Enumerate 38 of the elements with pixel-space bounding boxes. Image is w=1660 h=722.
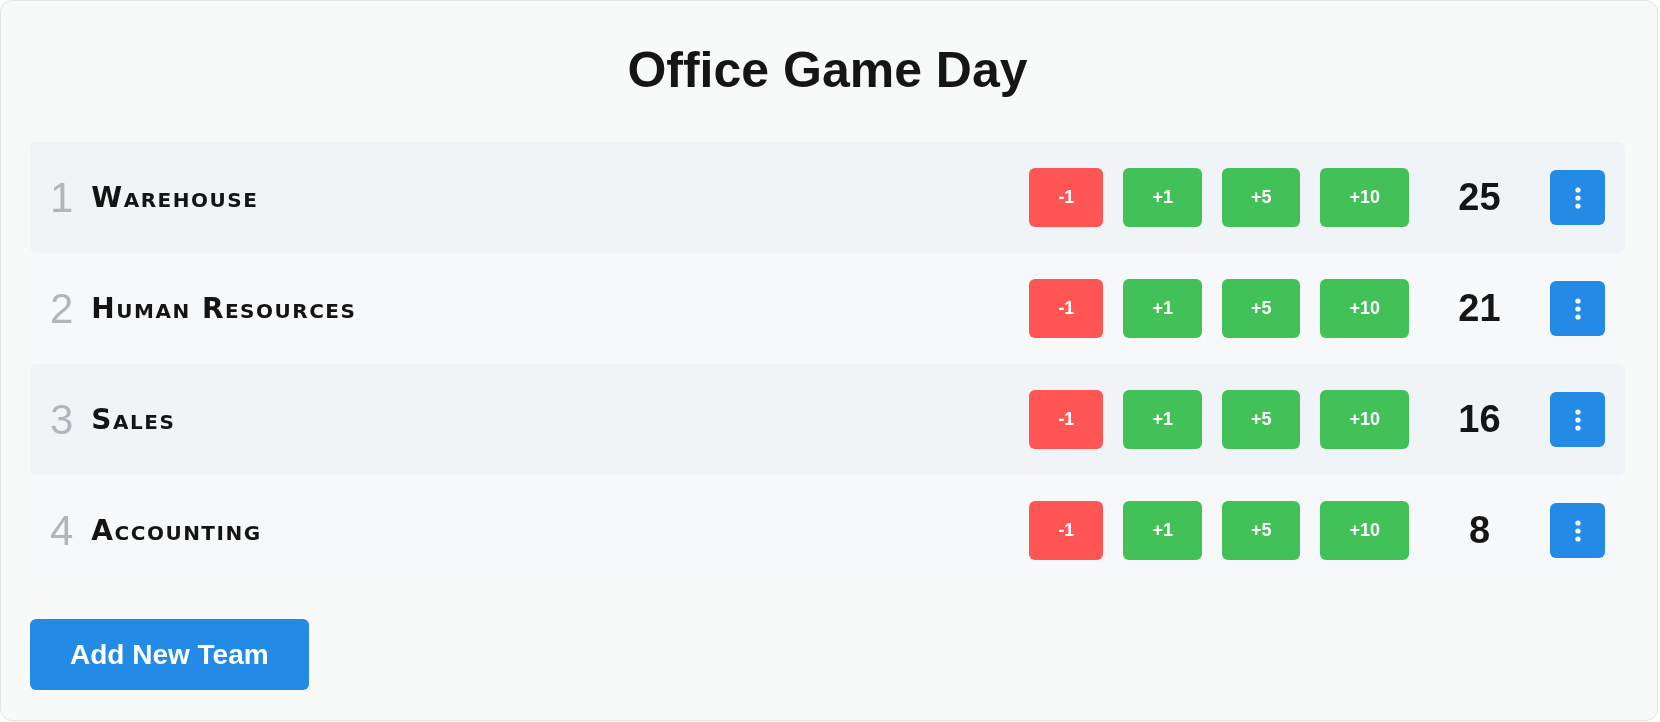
more-vertical-icon	[1574, 408, 1581, 431]
add-team-button[interactable]: Add New Team	[30, 619, 309, 690]
team-rank: 2	[50, 287, 74, 330]
team-name: Warehouse	[91, 181, 260, 214]
subtract-points-button[interactable]: -1	[1029, 168, 1104, 227]
team-rank: 4	[50, 509, 74, 552]
add-points-button[interactable]: +5	[1221, 390, 1301, 449]
subtract-points-button[interactable]: -1	[1029, 501, 1104, 560]
add-points-button[interactable]: +1	[1123, 168, 1202, 227]
more-vertical-icon	[1574, 519, 1581, 542]
add-points-button[interactable]: +5	[1221, 168, 1301, 227]
subtract-points-button[interactable]: -1	[1029, 279, 1104, 338]
team-rank: 3	[50, 398, 74, 441]
team-name: Accounting	[91, 514, 263, 547]
team-menu-button[interactable]	[1550, 170, 1605, 225]
team-score: 16	[1457, 398, 1502, 441]
team-menu-button[interactable]	[1550, 281, 1605, 336]
team-menu-button[interactable]	[1550, 392, 1605, 447]
add-points-button[interactable]: +5	[1221, 501, 1301, 560]
subtract-points-button[interactable]: -1	[1029, 390, 1104, 449]
team-name: Human Resources	[91, 292, 358, 325]
more-vertical-icon	[1574, 186, 1581, 209]
add-points-button[interactable]: +10	[1320, 279, 1409, 338]
team-menu-button[interactable]	[1550, 503, 1605, 558]
add-points-button[interactable]: +1	[1123, 279, 1202, 338]
add-points-button[interactable]: +10	[1320, 390, 1409, 449]
team-score: 25	[1457, 176, 1502, 219]
team-score: 21	[1457, 287, 1502, 330]
page-title: Office Game Day	[626, 41, 1029, 99]
team-rank: 1	[50, 176, 74, 219]
team-name: Sales	[91, 403, 177, 436]
add-points-button[interactable]: +10	[1320, 501, 1409, 560]
add-points-button[interactable]: +1	[1123, 390, 1202, 449]
add-points-button[interactable]: +1	[1123, 501, 1202, 560]
add-points-button[interactable]: +5	[1221, 279, 1301, 338]
add-points-button[interactable]: +10	[1320, 168, 1409, 227]
team-score: 8	[1467, 509, 1492, 552]
more-vertical-icon	[1574, 297, 1581, 320]
